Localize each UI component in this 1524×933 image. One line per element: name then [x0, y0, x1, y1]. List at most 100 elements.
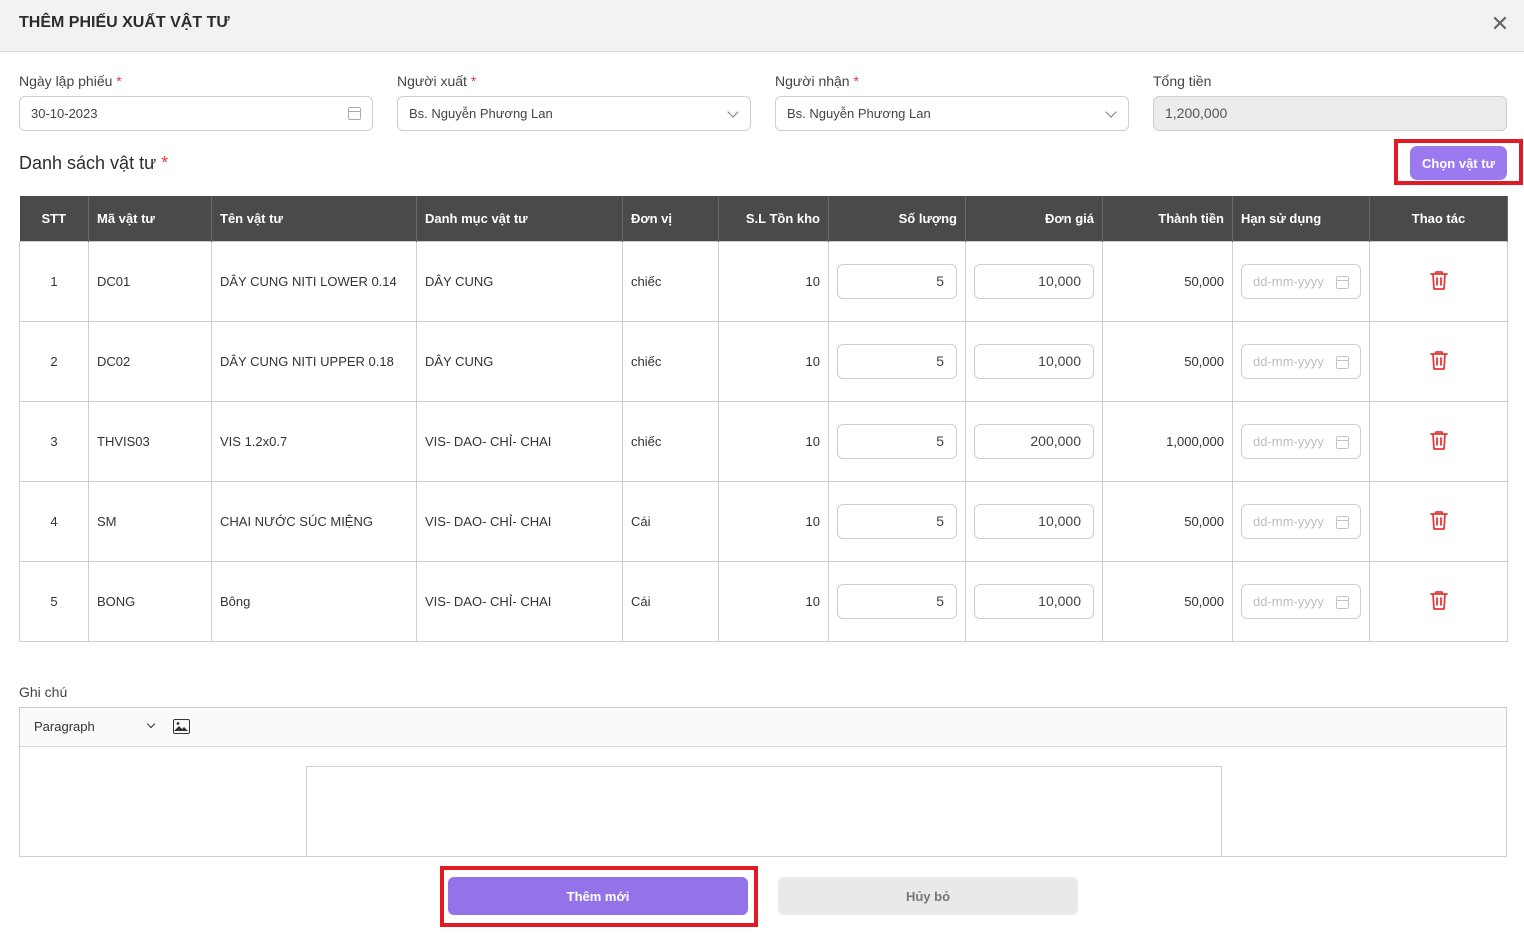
dialog-title: THÊM PHIẾU XUẤT VẬT TƯ: [19, 14, 230, 31]
cell-price: 10,000: [965, 320, 1103, 402]
cell-expiry: dd-mm-yyyy: [1232, 320, 1370, 402]
table-row: 3 THVIS03 VIS 1.2x0.7 VIS- DAO- CHỈ- CHAI ch…: [19, 400, 1508, 482]
delete-icon[interactable]: [1429, 430, 1448, 450]
cell-price: 200,000: [965, 400, 1103, 482]
quantity-input[interactable]: 5: [837, 583, 957, 619]
cell-code: DC02: [88, 320, 212, 402]
cell-category: VIS- DAO- CHỈ- CHAI: [416, 560, 623, 642]
paragraph-format-select[interactable]: Paragraph: [34, 719, 156, 734]
column-header: S.L Tồn kho: [718, 196, 829, 241]
table-row: 2 DC02 DÂY CUNG NITI UPPER 0.18 DÂY CUNG chi…: [19, 320, 1508, 402]
expiry-placeholder: dd-mm-yyyy: [1253, 593, 1324, 609]
expiry-date-input[interactable]: dd-mm-yyyy: [1241, 583, 1361, 619]
cell-actions: [1369, 400, 1508, 482]
receiver-value: Bs. Nguyễn Phương Lan: [787, 106, 931, 121]
add-new-button[interactable]: Thêm mới: [448, 877, 748, 915]
cell-unit: Cái: [622, 480, 719, 562]
date-label: Ngày lập phiếu *: [19, 73, 122, 89]
issuer-value: Bs. Nguyễn Phương Lan: [409, 106, 553, 121]
editor-content-area[interactable]: [306, 766, 1222, 856]
price-input[interactable]: 10,000: [974, 263, 1094, 299]
column-header: Đơn giá: [965, 196, 1103, 241]
expiry-date-input[interactable]: dd-mm-yyyy: [1241, 503, 1361, 539]
column-header: Đơn vị: [622, 196, 719, 241]
date-value: 30-10-2023: [31, 106, 98, 121]
cell-category: VIS- DAO- CHỈ- CHAI: [416, 480, 623, 562]
delete-icon[interactable]: [1429, 270, 1448, 290]
cell-quantity: 5: [828, 480, 966, 562]
delete-icon[interactable]: [1429, 510, 1448, 530]
calendar-icon: [1336, 275, 1349, 289]
column-header: Mã vật tư: [88, 196, 212, 241]
cell-name: VIS 1.2x0.7: [211, 400, 417, 482]
cell-amount: 50,000: [1102, 480, 1233, 562]
cell-stock: 10: [718, 400, 829, 482]
price-input[interactable]: 10,000: [974, 503, 1094, 539]
column-header: Số lượng: [828, 196, 966, 241]
price-input[interactable]: 10,000: [974, 583, 1094, 619]
delete-icon[interactable]: [1429, 590, 1448, 610]
expiry-date-input[interactable]: dd-mm-yyyy: [1241, 263, 1361, 299]
cell-quantity: 5: [828, 320, 966, 402]
pick-materials-button[interactable]: Chọn vật tư: [1410, 146, 1507, 180]
chevron-down-icon: [1105, 106, 1117, 118]
cancel-button[interactable]: Hủy bỏ: [778, 877, 1078, 915]
receiver-label: Người nhận *: [775, 73, 859, 89]
expiry-date-input[interactable]: dd-mm-yyyy: [1241, 343, 1361, 379]
cell-expiry: dd-mm-yyyy: [1232, 240, 1370, 322]
close-icon[interactable]: ✕: [1490, 13, 1510, 35]
cell-quantity: 5: [828, 560, 966, 642]
materials-table: STT Mã vật tư Tên vật tư Danh mục vật tư…: [19, 196, 1508, 642]
cell-unit: chiếc: [622, 240, 719, 322]
column-header: Thao tác: [1369, 196, 1508, 241]
cell-stt: 3: [19, 400, 89, 482]
insert-image-icon[interactable]: [173, 719, 190, 734]
delete-icon[interactable]: [1429, 350, 1448, 370]
cell-stock: 10: [718, 320, 829, 402]
cell-amount: 50,000: [1102, 240, 1233, 322]
cell-price: 10,000: [965, 240, 1103, 322]
cell-stock: 10: [718, 240, 829, 322]
calendar-icon: [1336, 355, 1349, 369]
cell-actions: [1369, 560, 1508, 642]
table-row: 5 BONG Bông VIS- DAO- CHỈ- CHAI Cái 10 5 10,000…: [19, 560, 1508, 642]
cell-unit: Cái: [622, 560, 719, 642]
issuer-select[interactable]: Bs. Nguyễn Phương Lan: [397, 96, 751, 131]
cell-name: DÂY CUNG NITI UPPER 0.18: [211, 320, 417, 402]
dialog-header: THÊM PHIẾU XUẤT VẬT TƯ ✕: [0, 0, 1524, 52]
column-header: Danh mục vật tư: [416, 196, 623, 241]
quantity-input[interactable]: 5: [837, 423, 957, 459]
cell-category: VIS- DAO- CHỈ- CHAI: [416, 400, 623, 482]
chevron-down-icon: [727, 106, 739, 118]
editor-toolbar: Paragraph: [20, 708, 1506, 747]
cell-expiry: dd-mm-yyyy: [1232, 480, 1370, 562]
cell-expiry: dd-mm-yyyy: [1232, 560, 1370, 642]
cell-code: DC01: [88, 240, 212, 322]
cell-code: THVIS03: [88, 400, 212, 482]
price-input[interactable]: 200,000: [974, 423, 1094, 459]
expiry-placeholder: dd-mm-yyyy: [1253, 273, 1324, 289]
calendar-icon: [348, 107, 361, 120]
calendar-icon: [1336, 435, 1349, 449]
cell-quantity: 5: [828, 400, 966, 482]
cell-name: Bông: [211, 560, 417, 642]
materials-title: Danh sách vật tư *: [19, 153, 169, 173]
cell-category: DÂY CUNG: [416, 320, 623, 402]
expiry-date-input[interactable]: dd-mm-yyyy: [1241, 423, 1361, 459]
price-input[interactable]: 10,000: [974, 343, 1094, 379]
expiry-placeholder: dd-mm-yyyy: [1253, 513, 1324, 529]
cell-stt: 4: [19, 480, 89, 562]
column-header: Thành tiền: [1102, 196, 1233, 241]
cell-stt: 2: [19, 320, 89, 402]
quantity-input[interactable]: 5: [837, 343, 957, 379]
date-field[interactable]: 30-10-2023: [19, 96, 373, 131]
column-header: Hạn sử dụng: [1232, 196, 1370, 241]
cell-amount: 50,000: [1102, 560, 1233, 642]
cell-quantity: 5: [828, 240, 966, 322]
receiver-select[interactable]: Bs. Nguyễn Phương Lan: [775, 96, 1129, 131]
quantity-input[interactable]: 5: [837, 503, 957, 539]
quantity-input[interactable]: 5: [837, 263, 957, 299]
table-row: 1 DC01 DÂY CUNG NITI LOWER 0.14 DÂY CUNG chi…: [19, 240, 1508, 322]
calendar-icon: [1336, 515, 1349, 529]
chevron-down-icon: [146, 719, 156, 729]
